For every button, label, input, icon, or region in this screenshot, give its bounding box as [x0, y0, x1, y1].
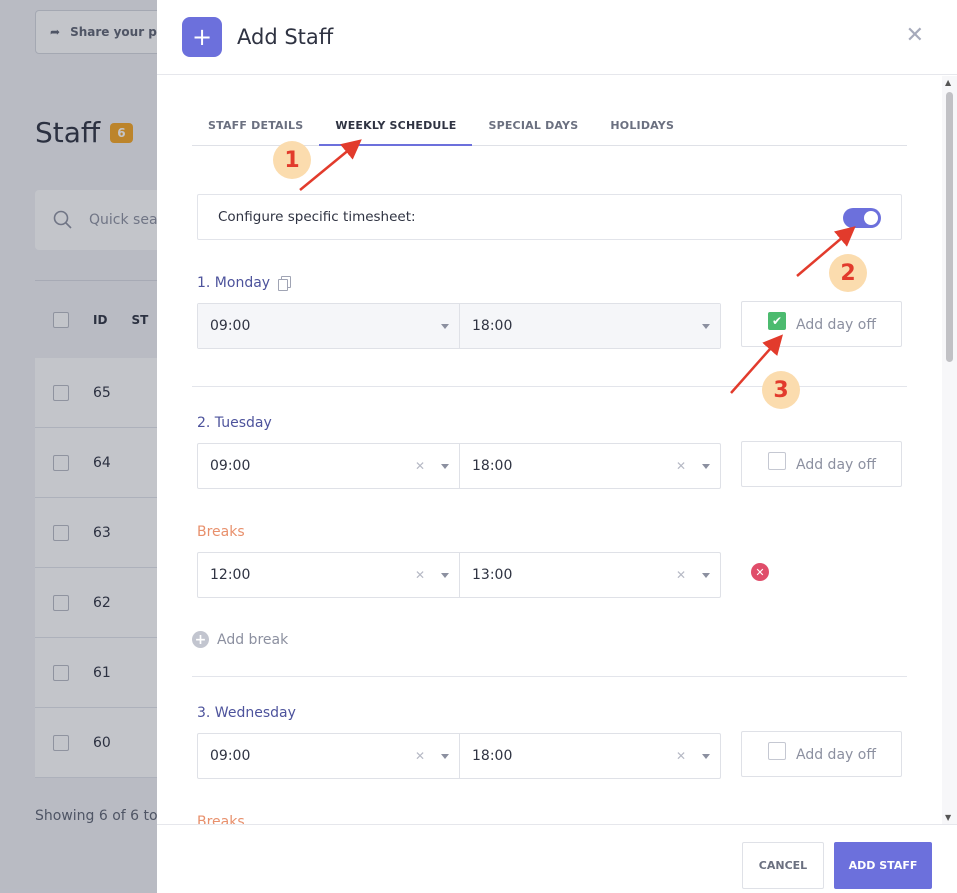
- clear-icon[interactable]: ✕: [415, 459, 425, 473]
- chevron-down-icon: [441, 573, 449, 578]
- day-title-wednesday: 3. Wednesday: [197, 705, 296, 721]
- close-icon[interactable]: ✕: [906, 23, 924, 48]
- day-off-checkbox[interactable]: [768, 742, 786, 760]
- copy-icon[interactable]: [278, 276, 292, 291]
- clear-icon[interactable]: ✕: [676, 459, 686, 473]
- clear-icon[interactable]: ✕: [415, 568, 425, 582]
- breaks-title: Breaks: [197, 814, 245, 824]
- annotation-marker-3: 3: [762, 371, 800, 409]
- annotation-marker-1: 1: [273, 141, 311, 179]
- scroll-up-icon[interactable]: ▲: [945, 78, 951, 87]
- chevron-down-icon: [702, 573, 710, 578]
- breaks-title: Breaks: [197, 524, 245, 540]
- monday-start-select[interactable]: 09:00: [198, 304, 459, 348]
- divider: [192, 676, 907, 677]
- tab-staff-details[interactable]: STAFF DETAILS: [192, 110, 319, 146]
- day-off-checkbox[interactable]: ✔: [768, 312, 786, 330]
- chevron-down-icon: [702, 754, 710, 759]
- clear-icon[interactable]: ✕: [676, 749, 686, 763]
- wednesday-time-range: 09:00 ✕ 18:00 ✕: [197, 733, 721, 779]
- add-break-button[interactable]: + Add break: [192, 631, 288, 648]
- tuesday-day-off[interactable]: Add day off: [741, 441, 902, 487]
- wednesday-end-select[interactable]: 18:00 ✕: [459, 734, 720, 778]
- clear-icon[interactable]: ✕: [676, 568, 686, 582]
- tab-weekly-schedule[interactable]: WEEKLY SCHEDULE: [319, 110, 473, 146]
- day-off-checkbox[interactable]: [768, 452, 786, 470]
- chevron-down-icon: [702, 324, 710, 329]
- scroll-thumb[interactable]: [946, 92, 953, 362]
- break-start-select[interactable]: 12:00 ✕: [198, 553, 459, 597]
- add-staff-button[interactable]: ADD STAFF: [834, 842, 932, 889]
- scroll-down-icon[interactable]: ▼: [945, 813, 951, 822]
- tab-special-days[interactable]: SPECIAL DAYS: [472, 110, 594, 146]
- remove-break-icon[interactable]: ✕: [751, 563, 769, 581]
- chevron-down-icon: [441, 324, 449, 329]
- tab-holidays[interactable]: HOLIDAYS: [594, 110, 690, 146]
- add-circle-icon: +: [192, 631, 209, 648]
- panel-content: STAFF DETAILS WEEKLY SCHEDULE SPECIAL DA…: [157, 76, 942, 824]
- wednesday-start-select[interactable]: 09:00 ✕: [198, 734, 459, 778]
- configure-timesheet-label: Configure specific timesheet:: [218, 209, 416, 225]
- panel-footer: CANCEL ADD STAFF: [157, 824, 957, 893]
- toggle-knob: [864, 211, 878, 225]
- wednesday-day-off[interactable]: Add day off: [741, 731, 902, 777]
- monday-day-off[interactable]: ✔ Add day off: [741, 301, 902, 347]
- monday-end-select[interactable]: 18:00: [459, 304, 720, 348]
- day-title-monday: 1. Monday: [197, 275, 292, 291]
- break-end-select[interactable]: 13:00 ✕: [459, 553, 720, 597]
- panel-title: Add Staff: [237, 25, 334, 49]
- tuesday-break-range: 12:00 ✕ 13:00 ✕: [197, 552, 721, 598]
- scrollbar[interactable]: ▲ ▼: [942, 76, 957, 824]
- cancel-button[interactable]: CANCEL: [742, 842, 824, 889]
- tab-bar: STAFF DETAILS WEEKLY SCHEDULE SPECIAL DA…: [192, 110, 907, 146]
- configure-timesheet-row: Configure specific timesheet:: [197, 194, 902, 240]
- tuesday-time-range: 09:00 ✕ 18:00 ✕: [197, 443, 721, 489]
- annotation-marker-2: 2: [829, 254, 867, 292]
- configure-timesheet-toggle[interactable]: [843, 208, 881, 228]
- chevron-down-icon: [702, 464, 710, 469]
- chevron-down-icon: [441, 464, 449, 469]
- plus-icon: +: [182, 17, 222, 57]
- monday-time-range: 09:00 18:00: [197, 303, 721, 349]
- chevron-down-icon: [441, 754, 449, 759]
- panel-header: + Add Staff ✕: [157, 0, 957, 75]
- tuesday-start-select[interactable]: 09:00 ✕: [198, 444, 459, 488]
- clear-icon[interactable]: ✕: [415, 749, 425, 763]
- day-title-tuesday: 2. Tuesday: [197, 415, 272, 431]
- add-staff-panel: + Add Staff ✕ STAFF DETAILS WEEKLY SCHED…: [157, 0, 957, 893]
- tuesday-end-select[interactable]: 18:00 ✕: [459, 444, 720, 488]
